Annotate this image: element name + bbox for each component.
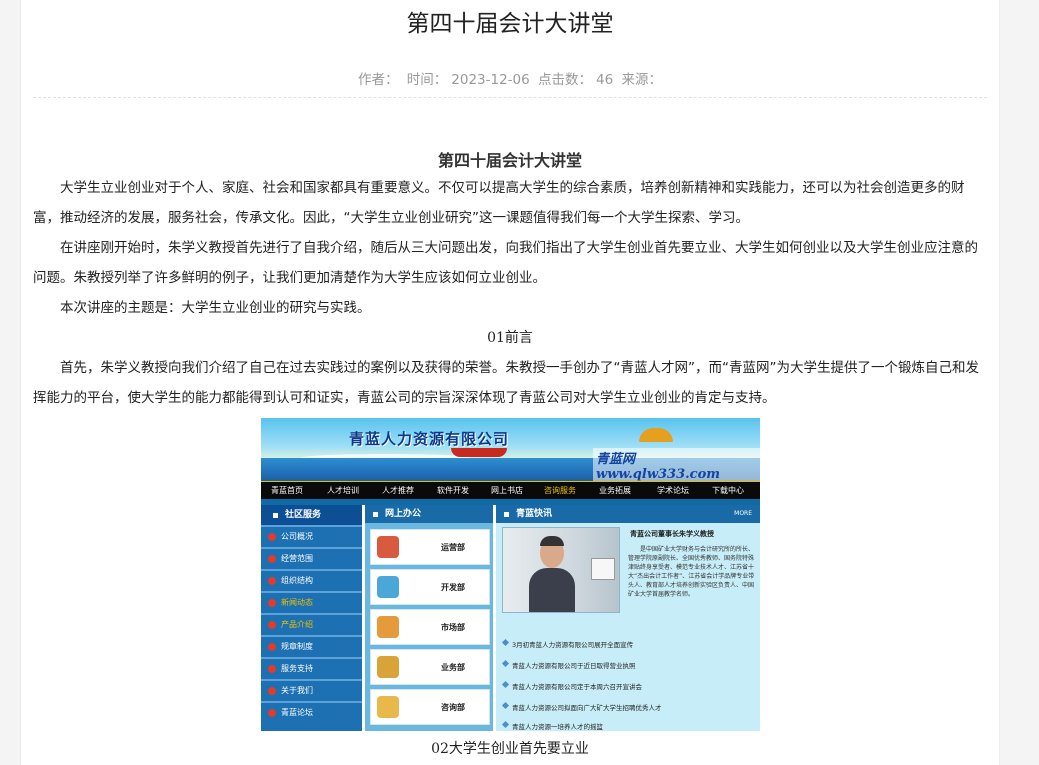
site-nav-item: 咨询服务 (544, 486, 576, 495)
site-company-name: 青蓝人力资源有限公司 (349, 430, 510, 448)
site-nav-item: 网上书店 (491, 486, 523, 495)
professor-photo (502, 527, 620, 613)
site-nav-item: 学术论坛 (657, 486, 689, 495)
click-count: 46 (596, 72, 614, 88)
sidebar-item: 关于我们 (261, 679, 362, 701)
site-nav-item: 青蓝首页 (271, 486, 303, 495)
section-heading-startup: 02大学生创业首先要立业 (431, 741, 589, 757)
paragraph-cases: 首先，朱学义教授向我们介绍了自己在过去实践过的案例以及获得的荣誉。朱教授一手创办… (33, 360, 979, 406)
news-item: 青蓝人力资源有限公司于近日取得营业执照 (512, 662, 636, 670)
umbrella-graphic (639, 428, 673, 442)
sidebar-item: 经营范围 (261, 547, 362, 569)
people-icon (377, 616, 399, 638)
house-icon (377, 536, 399, 558)
boat-graphic (451, 448, 507, 457)
news-header: 青蓝快讯 (496, 505, 760, 523)
site-nav-item: 软件开发 (437, 486, 469, 495)
publish-time: 2023-12-06 (451, 72, 530, 88)
clicks-label: 点击数： (538, 72, 593, 88)
source-label: 来源： (621, 72, 663, 88)
time-label: 时间： (406, 72, 448, 88)
office-header: 网上办公 (365, 505, 493, 523)
article-title: 第四十届会计大讲堂 (406, 11, 614, 37)
site-nav-item: 人才推荐 (382, 486, 414, 495)
sidebar-item: 规章制度 (261, 635, 362, 657)
sidebar-item: 组织结构 (261, 569, 362, 591)
website-screenshot-image: 青蓝人力资源有限公司 青蓝网www.qlw333.com 青蓝首页 人才培训 人… (261, 418, 760, 731)
sidebar-item: 新闻动态 (261, 591, 362, 613)
office-item: 业务部 (370, 649, 490, 685)
music-icon (377, 656, 399, 678)
article-subtitle: 第四十届会计大讲堂 (437, 151, 582, 170)
news-item: 青蓝人力资源有限公司定于本周六召开宣讲会 (512, 683, 642, 691)
site-url: 青蓝网www.qlw333.com (593, 448, 760, 481)
sidebar-item: 青蓝论坛 (261, 701, 362, 723)
site-nav-item: 下载中心 (712, 486, 744, 495)
contact-icon (377, 696, 399, 718)
office-item: 运营部 (370, 529, 490, 565)
site-sidebar: 社区服务 公司概况 经营范围 组织结构 新闻动态 产品介绍 规章制度 服务支持 … (261, 505, 362, 731)
site-nav-item: 人才培训 (327, 486, 359, 495)
article-card: 第四十届会计大讲堂 作者： 时间： 2023-12-06 点击数： 46 来源： 第… (20, 0, 1000, 765)
profile-title: 青蓝公司董事长朱学义教授 (630, 530, 714, 538)
computer-icon (377, 576, 399, 598)
sidebar-item: 服务支持 (261, 657, 362, 679)
office-item: 咨询部 (370, 689, 490, 725)
paragraph-intro: 大学生立业创业对于个人、家庭、社会和国家都具有重要意义。不仅可以提高大学生的综合… (33, 180, 965, 226)
article-meta: 作者： 时间： 2023-12-06 点击数： 46 来源： (21, 68, 999, 88)
office-panel: 网上办公 运营部 开发部 市场部 业务部 咨询部 (365, 505, 493, 731)
news-panel: 青蓝快讯 MORE 青蓝公司董事长朱学义教授 是中国矿业大学财务与会计研究所的所… (496, 505, 760, 731)
news-more: MORE (734, 510, 752, 517)
news-item: 青蓝人力资源公司拟面向广大矿大学生招聘优秀人才 (512, 704, 662, 712)
sidebar-header: 社区服务 (261, 505, 362, 525)
site-nav-item: 业务拓展 (599, 486, 631, 495)
news-item: 青蓝人力资源一培养人才的摇篮 (512, 723, 603, 731)
site-nav: 青蓝首页 人才培训 人才推荐 软件开发 网上书店 咨询服务 业务拓展 学术论坛 … (261, 481, 760, 500)
paragraph-theme: 本次讲座的主题是：大学生立业创业的研究与实践。 (60, 300, 371, 316)
news-item: 3月初青蓝人力资源有限公司展开全面宣传 (512, 641, 634, 649)
paragraph-lecture-start: 在讲座刚开始时，朱学义教授首先进行了自我介绍，随后从三大问题出发，向我们指出了大… (33, 240, 978, 286)
meta-divider (33, 97, 987, 98)
office-item: 开发部 (370, 569, 490, 605)
section-heading-preface: 01前言 (487, 330, 533, 346)
sidebar-item: 产品介绍 (261, 613, 362, 635)
profile-description: 是中国矿业大学财务与会计研究所的所长、管理学院原副院长、全国优秀教师、国务院特殊… (628, 546, 755, 598)
site-banner: 青蓝人力资源有限公司 青蓝网www.qlw333.com (261, 418, 760, 481)
author-label: 作者： (357, 72, 399, 88)
office-item: 市场部 (370, 609, 490, 645)
sidebar-item: 公司概况 (261, 525, 362, 547)
